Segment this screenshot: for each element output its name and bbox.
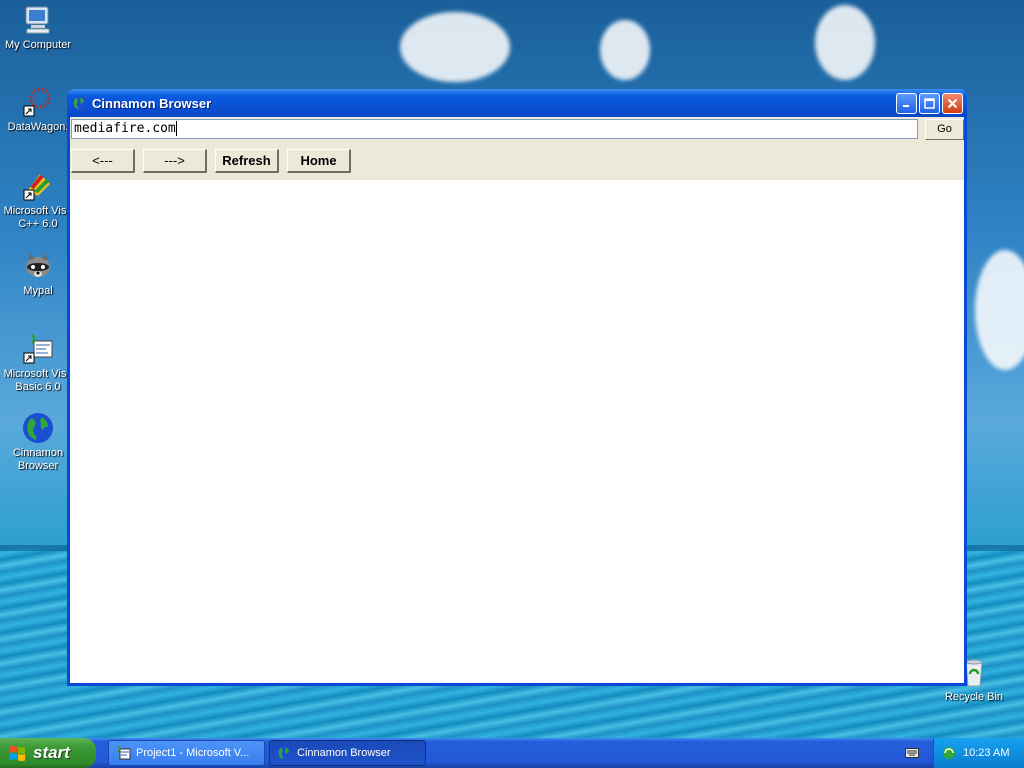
desktop-icon-my-computer[interactable]: My Computer	[0, 4, 76, 52]
vc-icon	[23, 174, 50, 201]
desktop-icon-visual-basic[interactable]: Microsoft Visu Basic 6.0	[0, 333, 76, 394]
clock[interactable]: 10:23 AM	[963, 747, 1009, 759]
taskbar-item-cinnamon-browser[interactable]: Cinnamon Browser	[269, 740, 426, 766]
address-input[interactable]: mediafire.com	[71, 119, 918, 139]
globe-icon	[71, 95, 87, 111]
desktop-icon-visual-cpp[interactable]: Microsoft Visu C++ 6.0	[0, 170, 76, 231]
address-bar: mediafire.com Go	[70, 117, 964, 141]
cloud	[600, 20, 650, 80]
close-icon	[947, 98, 958, 108]
desktop-icon-mypal[interactable]: Mypal	[0, 250, 76, 298]
minimize-button[interactable]	[896, 92, 917, 114]
cloud	[975, 250, 1024, 370]
text-caret	[175, 121, 177, 136]
forward-button[interactable]: --->	[143, 149, 207, 173]
browser-window: Cinnamon Browser mediafire.com Go <--- -…	[67, 89, 967, 686]
minimize-icon	[903, 104, 909, 107]
close-button[interactable]	[942, 92, 963, 114]
desktop-icon-datawagon[interactable]: DataWagon.	[0, 86, 76, 134]
back-button[interactable]: <---	[71, 149, 135, 173]
system-tray: 10:23 AM	[933, 738, 1024, 768]
taskbar: start Project1 - Microsoft V... Cinnamon…	[0, 738, 1024, 768]
browser-content-area[interactable]	[70, 180, 964, 683]
vb-icon	[23, 334, 53, 364]
maximize-button[interactable]	[919, 92, 940, 114]
globe-icon	[23, 413, 53, 443]
vb-project-icon	[117, 745, 131, 760]
windows-flag-icon	[9, 745, 26, 762]
raccoon-icon	[26, 253, 50, 277]
cloud	[400, 12, 510, 82]
desktop-icon-cinnamon-browser[interactable]: Cinnamon Browser	[0, 412, 76, 473]
desktop-icon-label: Cinnamon Browser	[12, 447, 64, 472]
network-icon[interactable]	[942, 746, 956, 760]
globe-icon	[276, 745, 292, 761]
refresh-button[interactable]: Refresh	[215, 149, 279, 173]
window-client: mediafire.com Go <--- ---> Refresh Home	[70, 117, 964, 683]
start-label: start	[33, 743, 70, 762]
taskbar-item-label: Cinnamon Browser	[297, 747, 391, 759]
address-value: mediafire.com	[74, 121, 176, 136]
start-button[interactable]: start	[0, 738, 96, 768]
datawagon-icon	[23, 87, 51, 117]
keyboard-icon[interactable]	[905, 746, 919, 758]
maximize-icon	[924, 97, 935, 109]
desktop-icon-label: Microsoft Visu Basic 6.0	[3, 368, 73, 393]
computer-icon	[25, 6, 50, 34]
go-button[interactable]: Go	[925, 119, 964, 140]
desktop-icon-label: Recycle Bin	[944, 691, 1004, 703]
desktop-icon-label: DataWagon.	[7, 121, 69, 133]
taskbar-item-label: Project1 - Microsoft V...	[136, 747, 250, 759]
window-title: Cinnamon Browser	[92, 95, 212, 111]
taskbar-item-project1[interactable]: Project1 - Microsoft V...	[108, 740, 265, 766]
desktop-icon-label: My Computer	[4, 39, 72, 51]
window-titlebar[interactable]: Cinnamon Browser	[67, 89, 967, 117]
desktop-icon-label: Mypal	[23, 285, 53, 297]
cloud	[815, 5, 875, 80]
desktop-icon-label: Microsoft Visu C++ 6.0	[3, 205, 73, 230]
home-button[interactable]: Home	[287, 149, 351, 173]
